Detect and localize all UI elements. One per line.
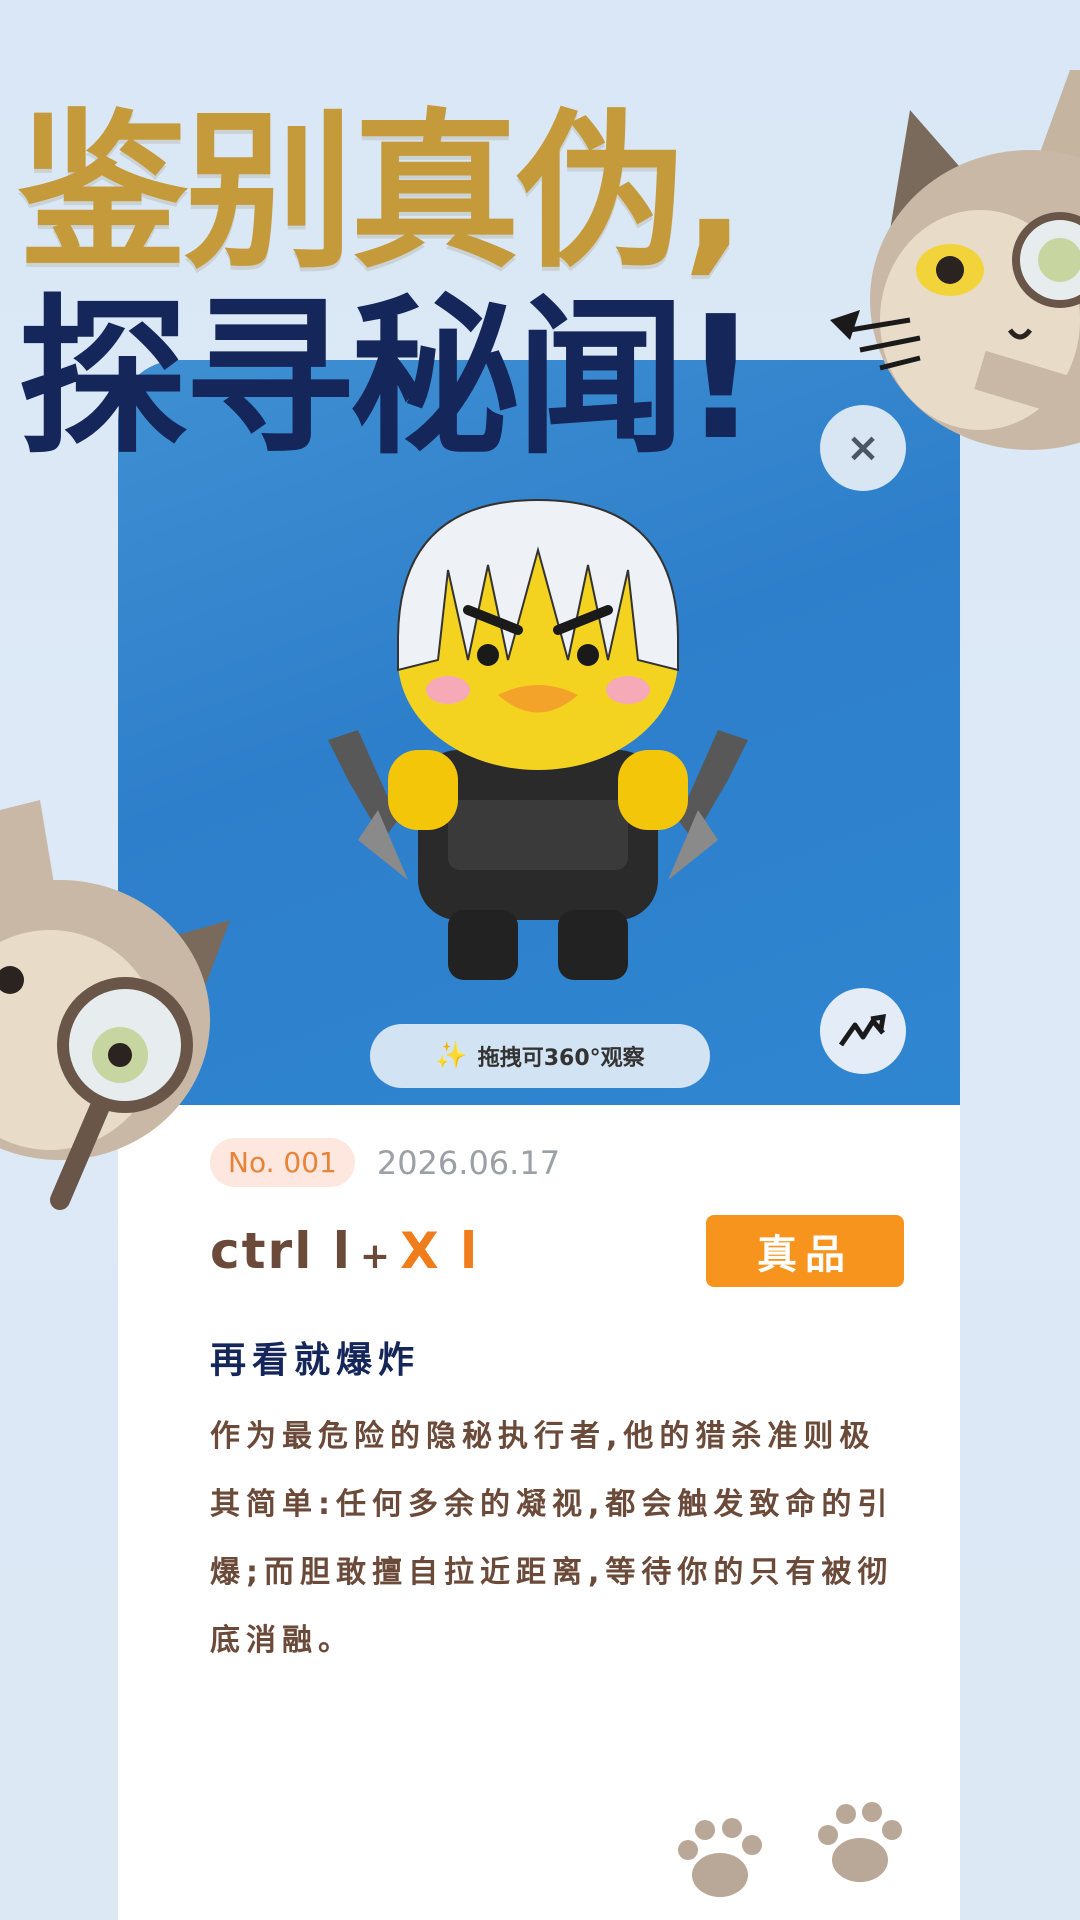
sparkle-icon: ✨ (435, 1041, 468, 1071)
duck-character-model[interactable] (288, 480, 788, 1000)
cat-detective-top-illustration (870, 70, 1080, 450)
drag-hint-text: 拖拽可360°观察 (477, 1046, 645, 1071)
item-name: ctrl l + X l (210, 1222, 479, 1280)
share-button[interactable] (820, 988, 906, 1074)
meta-row: No. 001 2026.06.17 (210, 1138, 910, 1187)
item-subtitle: 再看就爆炸 (210, 1340, 421, 1381)
paw-prints-decoration (678, 1802, 902, 1897)
item-name-part-2: X l (400, 1222, 480, 1280)
headline-line-2: 探寻秘闻! (18, 280, 760, 478)
drag-rotate-hint: ✨ 拖拽可360°观察 (370, 1024, 710, 1088)
cat-magnifier-left-illustration (0, 800, 230, 1210)
item-description: 作为最危险的隐秘执行者,他的猎杀准则极其简单:任何多余的凝视,都会触发致命的引爆… (210, 1419, 894, 1658)
title-row: ctrl l + X l 真品 (210, 1215, 910, 1287)
item-card: × ✨ 拖拽可360°观察 No. 001 2026.06.17 ctrl l +… (118, 360, 960, 1920)
item-info: No. 001 2026.06.17 ctrl l + X l 真品 再看就爆炸 作… (210, 1138, 910, 1675)
authentic-status-badge: 真品 (706, 1215, 904, 1287)
share-icon (838, 1013, 887, 1047)
headline: 鉴别真伪, 探寻秘闻! (18, 94, 760, 478)
arrow-mark-icon (830, 310, 921, 371)
item-date: 2026.06.17 (376, 1143, 561, 1182)
item-name-plus: + (359, 1236, 393, 1277)
headline-line-1: 鉴别真伪, (18, 94, 747, 292)
